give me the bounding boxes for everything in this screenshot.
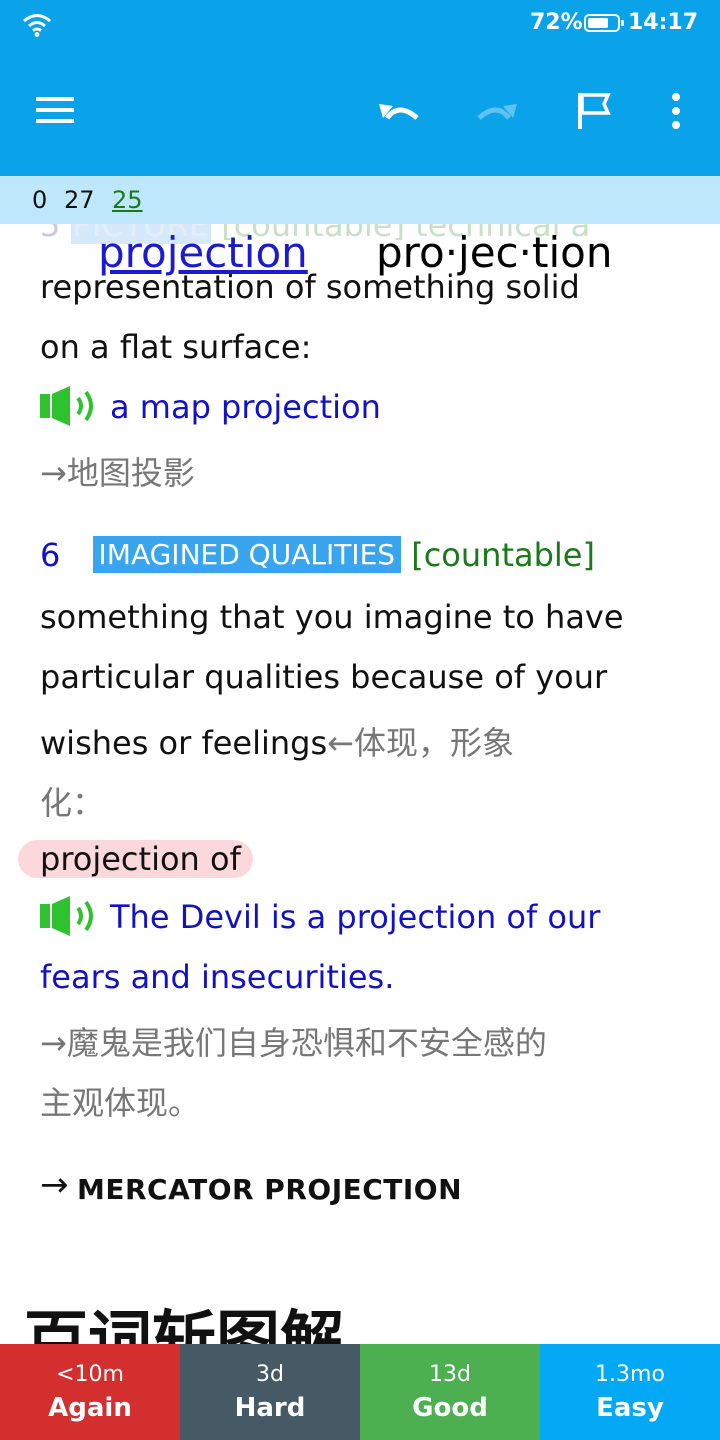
learning-count: 27 xyxy=(64,186,95,214)
easy-interval: 1.3mo xyxy=(595,1362,665,1387)
undo-button[interactable] xyxy=(374,86,426,136)
example-5: a map projection xyxy=(40,386,381,429)
example-5-text: a map projection xyxy=(110,388,381,426)
sense-6-grammar: [countable] xyxy=(411,536,595,574)
sense-6-header: 6 IMAGINED QUALITIES [countable] xyxy=(40,536,595,574)
definition-6-line-1: something that you imagine to have xyxy=(40,598,624,636)
pronunciation: pro·jec·tion xyxy=(376,228,613,277)
more-options-button[interactable] xyxy=(650,86,702,136)
speaker-icon[interactable] xyxy=(40,896,100,936)
example-6-translation-1: →魔鬼是我们自身恐惧和不安全感的 xyxy=(40,1024,547,1062)
redo-icon xyxy=(477,104,517,120)
easy-button[interactable]: 1.3mo Easy xyxy=(540,1344,720,1440)
definition-6-line-3: wishes or feelings←体现，形象 xyxy=(40,718,514,764)
battery-percent: 72% xyxy=(530,10,583,35)
good-interval: 13d xyxy=(429,1362,471,1387)
collocation-pill: projection of xyxy=(18,840,253,878)
new-count: 0 xyxy=(32,186,48,214)
again-interval: <10m xyxy=(56,1362,124,1387)
example-6-text: The Devil is a projection of our xyxy=(110,898,601,936)
cross-reference-link[interactable]: → MERCATOR PROJECTION xyxy=(40,1165,463,1208)
definition-6-text-end: wishes or feelings xyxy=(40,724,328,762)
headword-link[interactable]: projection xyxy=(98,228,308,277)
flag-icon xyxy=(578,93,611,129)
good-button[interactable]: 13d Good xyxy=(360,1344,540,1440)
due-counts-bar: 0 27 25 xyxy=(0,176,720,224)
example-6-text-cont: fears and insecurities. xyxy=(40,958,395,996)
easy-label: Easy xyxy=(596,1393,664,1423)
definition-5-line-2: on a flat surface: xyxy=(40,328,312,366)
again-button[interactable]: <10m Again xyxy=(0,1344,180,1440)
definition-6-translation-cont: 化： xyxy=(40,784,105,822)
battery-icon xyxy=(584,14,624,32)
hamburger-menu-icon xyxy=(36,97,74,123)
hard-label: Hard xyxy=(234,1393,306,1423)
again-label: Again xyxy=(48,1393,132,1423)
redo-button[interactable] xyxy=(470,86,522,136)
example-6-translation-2: 主观体现。 xyxy=(40,1084,201,1122)
hard-button[interactable]: 3d Hard xyxy=(180,1344,360,1440)
good-label: Good xyxy=(412,1393,488,1423)
xref-arrow: → xyxy=(40,1165,69,1205)
status-bar: 72% 14:17 xyxy=(0,0,720,50)
review-count: 25 xyxy=(112,186,143,214)
undo-icon xyxy=(379,104,419,120)
definition-6-line-2: particular qualities because of your xyxy=(40,658,608,696)
wifi-icon xyxy=(23,14,51,37)
answer-buttons: <10m Again 3d Hard 13d Good 1.3mo Easy xyxy=(0,1344,720,1440)
sense-6-number: 6 xyxy=(40,536,61,574)
menu-button[interactable] xyxy=(30,86,82,136)
flag-button[interactable] xyxy=(568,86,620,136)
more-vert-icon xyxy=(672,93,680,129)
clock: 14:17 xyxy=(628,10,699,35)
xref-text: MERCATOR PROJECTION xyxy=(77,1173,463,1206)
app-bar: 72% 14:17 xyxy=(0,0,720,176)
example-6: The Devil is a projection of our xyxy=(40,896,601,939)
example-5-translation: →地图投影 xyxy=(40,454,195,492)
definition-6-translation: ←体现，形象 xyxy=(327,724,514,762)
hard-interval: 3d xyxy=(256,1362,284,1387)
sense-6-label: IMAGINED QUALITIES xyxy=(92,536,402,573)
speaker-icon[interactable] xyxy=(40,386,100,426)
